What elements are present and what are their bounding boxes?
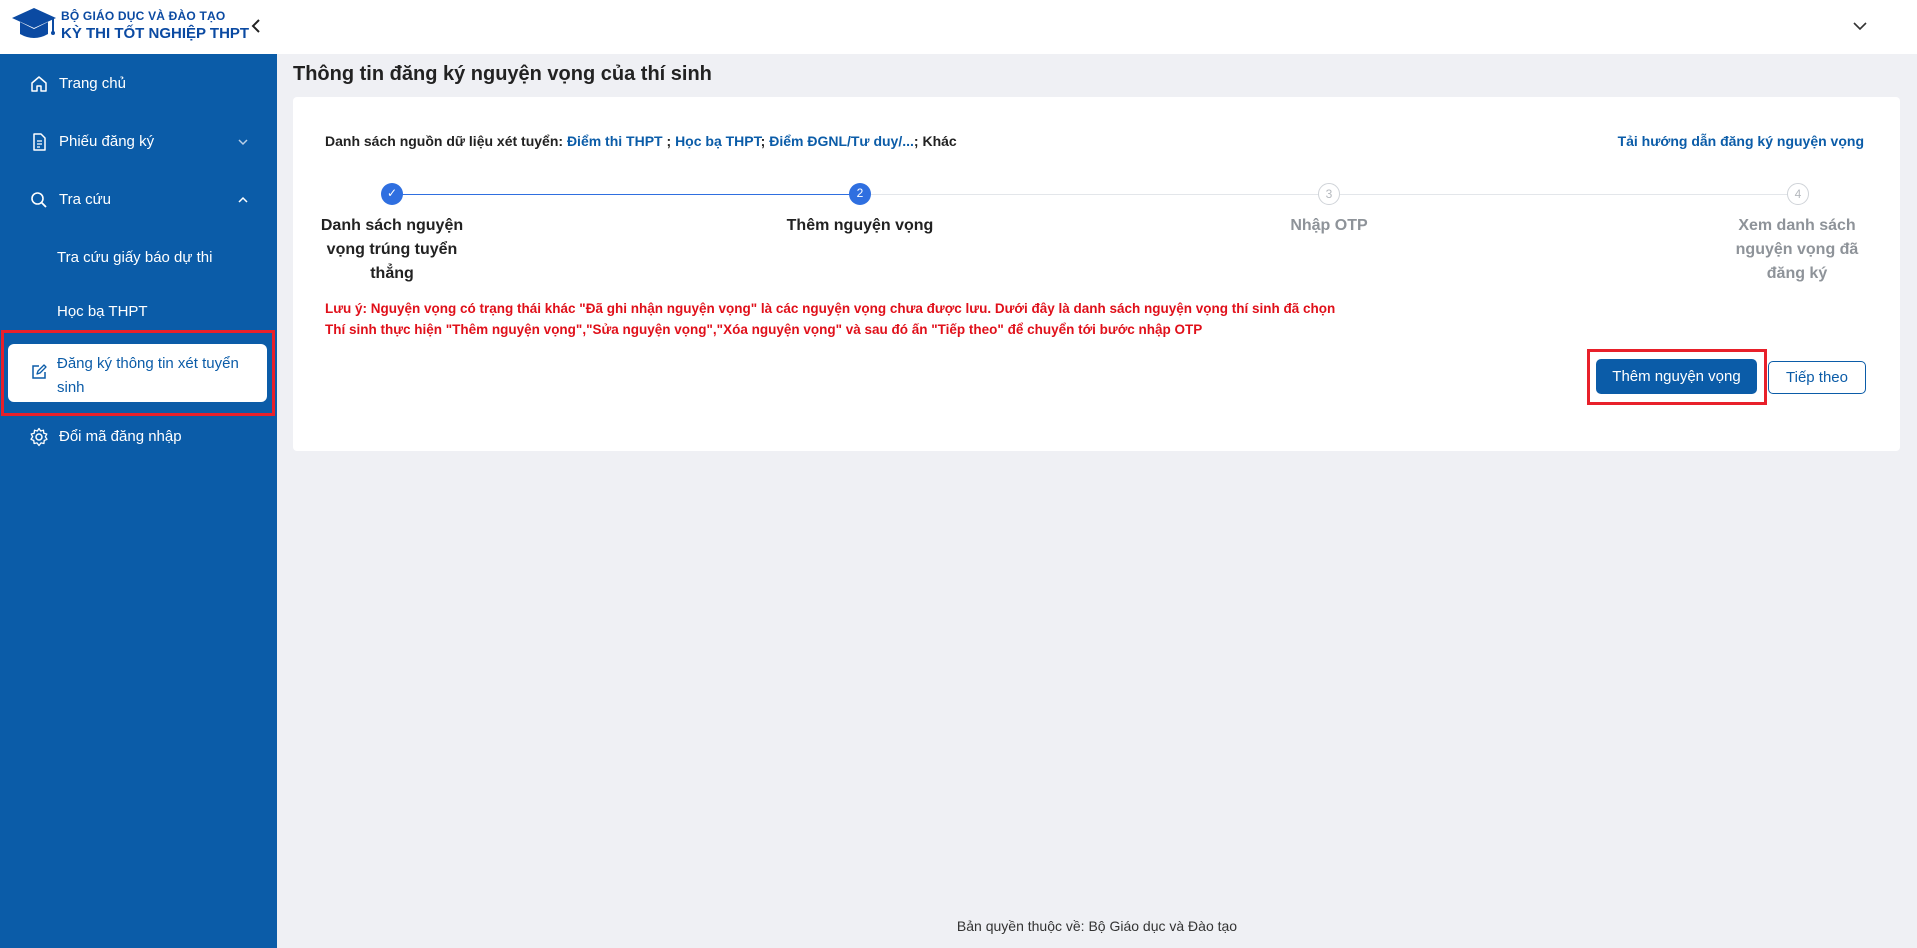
sidebar-item-lookup[interactable]: Tra cứu [0, 178, 277, 222]
gear-icon [30, 427, 48, 447]
sidebar-item-registration-form[interactable]: Phiếu đăng ký [0, 120, 277, 164]
sidebar-item-change-password[interactable]: Đổi mã đăng nhập [0, 415, 277, 459]
warning-note-line-1: Lưu ý: Nguyện vọng có trạng thái khác "Đ… [325, 301, 1336, 316]
sidebar-item-label: Tra cứu [59, 191, 111, 208]
data-sources-prefix: Danh sách nguồn dữ liệu xét tuyển: [325, 133, 567, 149]
sidebar-item-label: Đổi mã đăng nhập [59, 428, 182, 445]
step-4-label: Xem danh sách nguyện vọng đã đăng ký [1735, 217, 1859, 282]
source-other: Khác [922, 133, 957, 149]
sidebar-item-label: Phiếu đăng ký [59, 133, 155, 150]
home-icon [31, 76, 47, 92]
sidebar-subitem-label: Học bạ THPT [57, 303, 148, 320]
step-connector-pending [1340, 194, 1788, 195]
chevron-down-icon [238, 139, 248, 146]
step-3-label: Nhập OTP [1290, 217, 1368, 234]
chevron-up-icon [238, 196, 248, 203]
top-bar: BỘ GIÁO DỤC VÀ ĐÀO TẠO KỲ THI TỐT NGHIỆP… [0, 0, 1917, 54]
separator: ; [662, 133, 676, 149]
source-link-transcript[interactable]: Học bạ THPT [675, 133, 761, 149]
step-connector-done [392, 194, 860, 195]
sidebar-subitem-label: Tra cứu giấy báo dự thi [57, 249, 213, 266]
source-link-aptitude[interactable]: Điểm ĐGNL/Tư duy/... [769, 133, 914, 149]
sidebar-item-admission-registration[interactable]: Đăng ký thông tin xét tuyển sinh [8, 344, 267, 402]
download-guide-link[interactable]: Tải hướng dẫn đăng ký nguyện vọng [1618, 133, 1864, 149]
page-title: Thông tin đăng ký nguyện vọng của thí si… [293, 63, 712, 85]
step-connector-pending [871, 194, 1322, 195]
footer-copyright: Bản quyền thuộc về: Bộ Giáo dục và Đào t… [956, 918, 1238, 934]
step-4-number: 4 [1787, 183, 1809, 205]
step-3-number: 3 [1318, 183, 1340, 205]
collapse-sidebar-chevron-left-icon[interactable] [246, 14, 266, 38]
brand-ministry: BỘ GIÁO DỤC VÀ ĐÀO TẠO [61, 9, 226, 23]
sidebar-item-label: Trang chủ [59, 75, 126, 92]
next-button[interactable]: Tiếp theo [1768, 361, 1866, 394]
separator: ; [760, 133, 770, 149]
sidebar-subitem-exam-notice-lookup[interactable]: Tra cứu giấy báo dự thi [0, 238, 277, 278]
data-sources-line: Danh sách nguồn dữ liệu xét tuyển: Điểm … [325, 133, 957, 149]
user-menu-chevron-down-icon[interactable] [1850, 16, 1870, 36]
step-1-check-icon: ✓ [381, 183, 403, 205]
edit-icon [32, 364, 47, 379]
source-link-exam-scores[interactable]: Điểm thi THPT [567, 133, 663, 149]
graduation-cap-logo [12, 8, 56, 38]
search-icon [31, 192, 47, 208]
document-icon [33, 133, 46, 151]
sidebar-subitem-transcript[interactable]: Học bạ THPT [0, 292, 277, 332]
step-2-number: 2 [849, 183, 871, 205]
add-wish-button[interactable]: Thêm nguyện vọng [1596, 359, 1757, 394]
step-2-label: Thêm nguyện vọng [786, 217, 934, 234]
step-1-label: Danh sách nguyện vọng trúng tuyển thẳng [320, 217, 464, 282]
sidebar-item-home[interactable]: Trang chủ [0, 62, 277, 106]
brand-exam-title: KỲ THI TỐT NGHIỆP THPT [61, 25, 250, 42]
warning-note-line-2: Thí sinh thực hiện "Thêm nguyện vọng","S… [325, 322, 1203, 337]
sidebar-item-label: Đăng ký thông tin xét tuyển sinh [57, 355, 239, 396]
